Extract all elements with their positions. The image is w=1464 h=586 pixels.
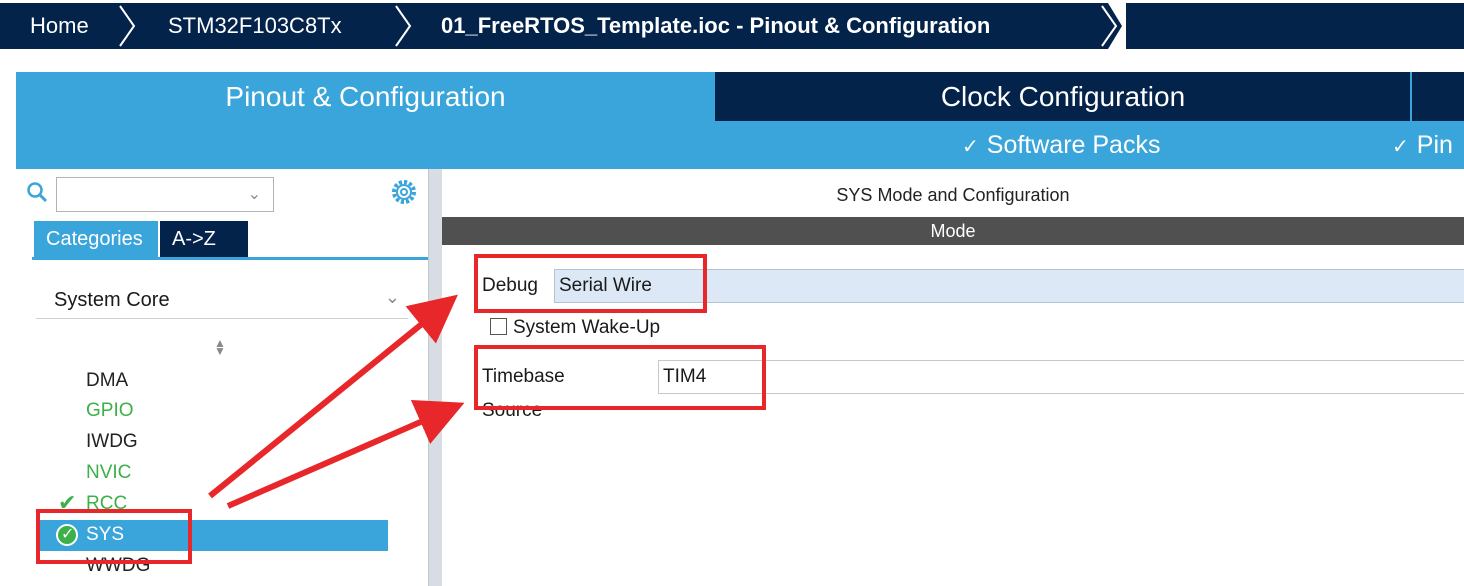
mode-section-header: Mode: [442, 217, 1464, 245]
check-icon: ✔: [58, 490, 77, 515]
debug-label: Debug: [482, 275, 538, 296]
system-wakeup-checkbox[interactable]: System Wake-Up: [490, 317, 660, 339]
periph-label: WWDG: [86, 555, 151, 576]
breadcrumb-device[interactable]: STM32F103C8Tx: [128, 3, 405, 49]
sub-menu-bar: ✓ Software Packs ✓ Pin: [16, 121, 1464, 169]
breadcrumb-separator-icon: [388, 3, 418, 49]
debug-select[interactable]: Serial Wire ⌄: [554, 269, 1464, 303]
gear-icon[interactable]: [390, 178, 418, 206]
periph-item-sys[interactable]: ✓ SYS: [38, 520, 388, 551]
periph-item-rcc[interactable]: ✔ RCC: [38, 489, 388, 520]
periph-label: DMA: [86, 370, 129, 391]
chevron-down-icon: ✓: [962, 136, 979, 158]
check-circle-icon: ✓: [56, 524, 78, 546]
periph-label: GPIO: [86, 400, 134, 421]
panel-splitter[interactable]: [428, 169, 442, 586]
periph-label: NVIC: [86, 462, 132, 483]
periph-item-gpio[interactable]: GPIO: [38, 396, 388, 427]
sort-icon[interactable]: ▲ ▼: [214, 337, 226, 357]
software-packs-menu[interactable]: ✓ Software Packs: [962, 121, 1160, 169]
periph-label: RCC: [86, 493, 128, 514]
breadcrumb-separator-icon: [112, 3, 142, 49]
breadcrumb-home[interactable]: Home: [0, 3, 128, 49]
tab-pinout-configuration[interactable]: Pinout & Configuration: [16, 72, 715, 121]
main-tab-bar: Pinout & Configuration Clock Configurati…: [16, 72, 1464, 121]
panel-title: SYS Mode and Configuration: [836, 185, 1070, 205]
periph-item-iwdg[interactable]: IWDG: [38, 427, 388, 458]
chevron-down-icon: ✓: [1392, 136, 1409, 158]
group-system-core[interactable]: System Core ⌄: [36, 277, 408, 319]
timebase-value: TIM4: [663, 366, 707, 387]
periph-item-dma[interactable]: DMA: [38, 366, 388, 397]
pinout-menu-label: Pin: [1416, 131, 1453, 159]
periph-label: IWDG: [86, 431, 138, 452]
search-icon[interactable]: [26, 181, 48, 203]
pinout-menu[interactable]: ✓ Pin: [1392, 121, 1453, 169]
categories-panel: ⌄ Categories A->Z System Core ⌄ ▲ ▼ DMA G…: [16, 169, 428, 586]
tab-a-to-z[interactable]: A->Z: [160, 221, 248, 257]
debug-value: Serial Wire: [559, 275, 652, 296]
timebase-label: Timebase Source: [482, 366, 565, 421]
chevron-down-icon: ⌄: [384, 287, 400, 307]
chevron-down-icon: ⌄: [247, 186, 261, 203]
timebase-select[interactable]: TIM4 ⌄: [658, 360, 1464, 394]
breadcrumb: Home STM32F103C8Tx 01_FreeRTOS_Template.…: [0, 0, 1464, 58]
periph-item-wwdg[interactable]: WWDG: [38, 551, 388, 582]
periph-label: SYS: [86, 524, 125, 545]
group-label: System Core: [54, 289, 170, 311]
system-wakeup-label: System Wake-Up: [513, 317, 661, 338]
sys-config-panel: SYS Mode and Configuration Mode Debug Se…: [442, 169, 1464, 586]
breadcrumb-separator-icon: [1096, 3, 1126, 49]
tab-underline: [32, 257, 428, 260]
tab-clock-configuration[interactable]: Clock Configuration: [716, 72, 1410, 121]
periph-item-nvic[interactable]: NVIC: [38, 458, 388, 489]
software-packs-label: Software Packs: [986, 131, 1161, 159]
tab-divider: [1410, 72, 1412, 121]
tab-categories[interactable]: Categories: [34, 221, 158, 257]
search-input[interactable]: ⌄: [56, 177, 274, 212]
checkbox-box[interactable]: [490, 318, 507, 335]
